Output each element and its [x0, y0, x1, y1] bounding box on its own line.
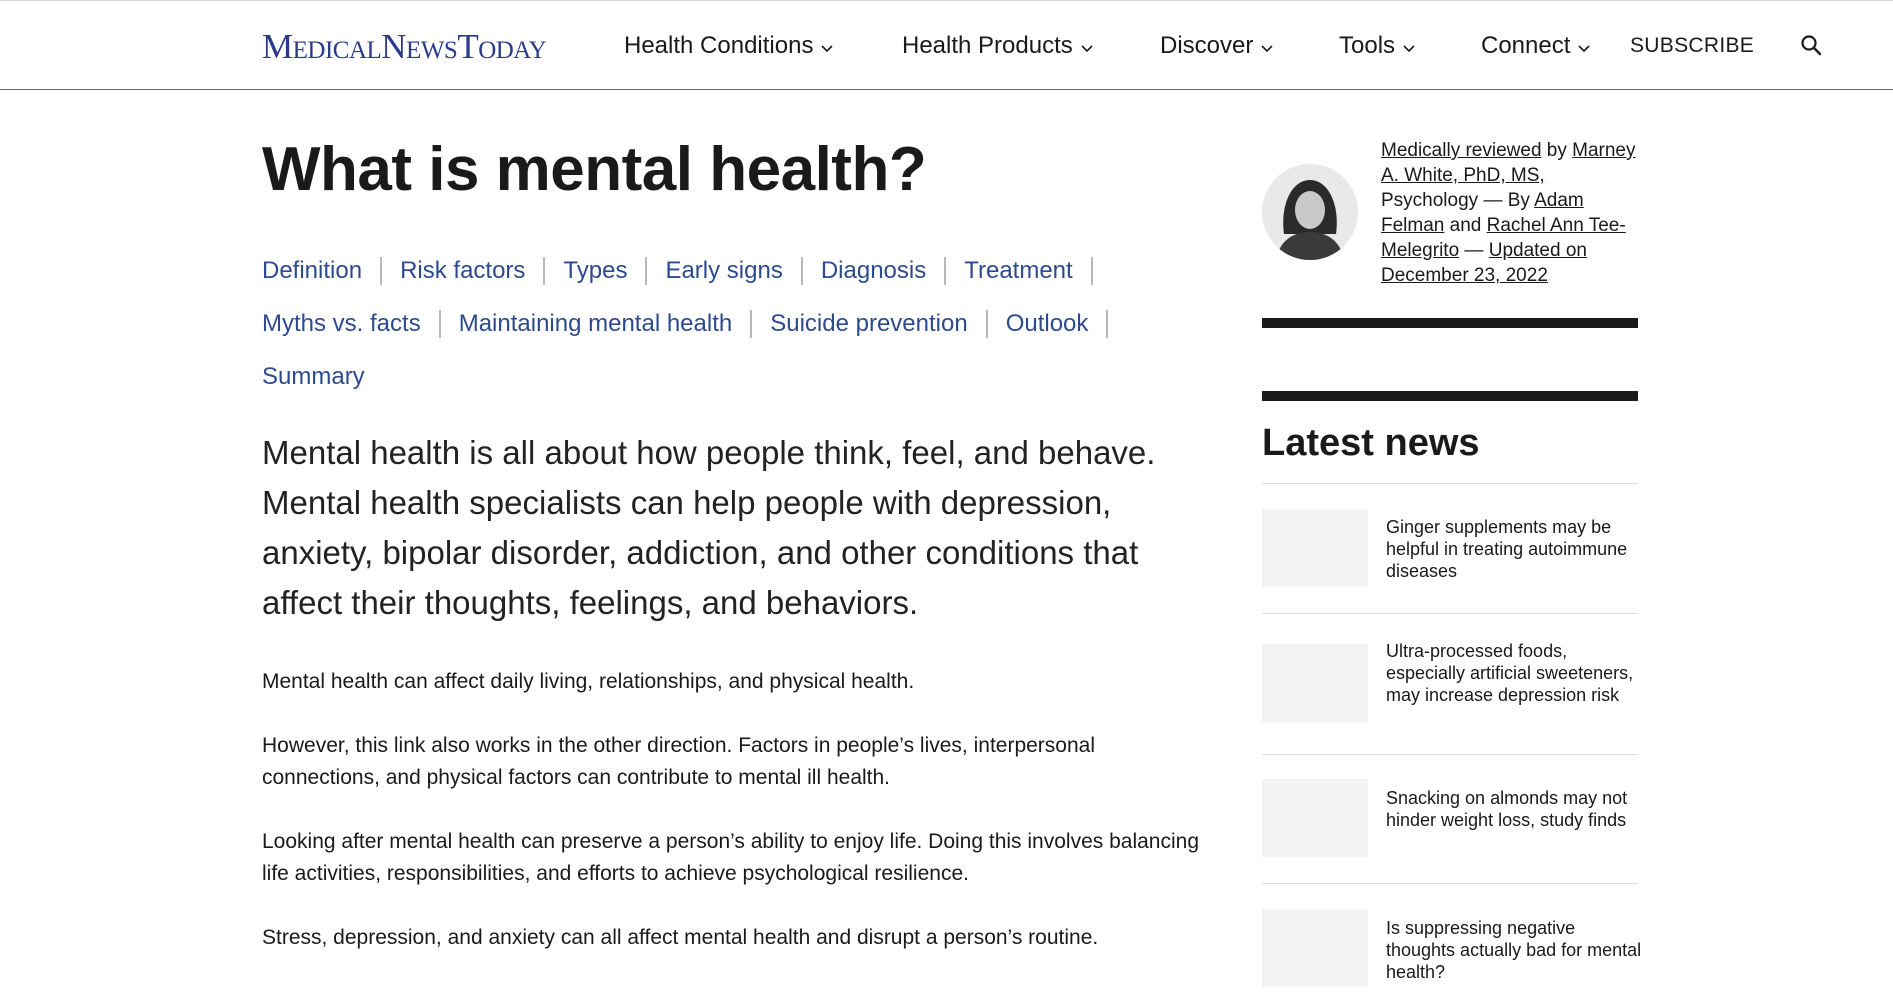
nav-label: Discover — [1160, 32, 1254, 59]
toc-separator — [800, 256, 803, 285]
search-icon[interactable] — [1800, 34, 1822, 56]
news-divider — [1262, 883, 1638, 884]
chevron-down-icon — [1081, 31, 1093, 61]
nav-label: Connect — [1481, 32, 1571, 59]
table-of-contents: Definition Risk factors Types Early sign… — [262, 244, 1222, 403]
nav-label: Health Conditions — [624, 32, 814, 59]
site-header: MedicalNewsToday Health Conditions Healt… — [0, 0, 1893, 90]
news-divider — [1262, 613, 1638, 614]
toc-separator — [438, 309, 441, 338]
article-paragraph: Mental health can affect daily living, r… — [262, 670, 915, 693]
article-title: What is mental health? — [262, 135, 927, 204]
toc-row: Definition Risk factors Types Early sign… — [262, 244, 1222, 297]
toc-separator — [944, 256, 947, 285]
toc-separator — [985, 309, 988, 338]
toc-row: Myths vs. facts Maintaining mental healt… — [262, 297, 1222, 350]
reviewer-avatar — [1262, 164, 1358, 260]
chevron-down-icon — [1261, 31, 1273, 61]
toc-link-outlook[interactable]: Outlook — [1006, 309, 1089, 339]
toc-separator — [1090, 256, 1093, 285]
news-divider — [1262, 483, 1638, 484]
news-thumbnail[interactable] — [1262, 644, 1368, 722]
toc-link-diagnosis[interactable]: Diagnosis — [821, 256, 926, 286]
toc-link-summary[interactable]: Summary — [262, 362, 365, 392]
toc-link-maintaining-mental-health[interactable]: Maintaining mental health — [459, 309, 733, 339]
nav-discover[interactable]: Discover — [1160, 31, 1273, 61]
toc-separator — [1106, 309, 1109, 338]
nav-tools[interactable]: Tools — [1339, 31, 1415, 61]
toc-separator — [750, 309, 753, 338]
article-paragraph: Looking after mental health can preserve… — [262, 830, 1199, 885]
news-thumbnail[interactable] — [1262, 509, 1368, 587]
byline-text: — — [1459, 240, 1489, 261]
nav-health-products[interactable]: Health Products — [902, 31, 1093, 61]
toc-separator — [380, 256, 383, 285]
toc-link-myths-vs-facts[interactable]: Myths vs. facts — [262, 309, 421, 339]
nav-label: Health Products — [902, 32, 1073, 59]
toc-row: Summary — [262, 350, 1222, 403]
chevron-down-icon — [821, 31, 834, 61]
toc-separator — [645, 256, 648, 285]
article-paragraph: However, this link also works in the oth… — [262, 734, 1096, 789]
chevron-down-icon — [1578, 31, 1590, 61]
latest-news-heading: Latest news — [1262, 422, 1480, 464]
article-lead: Mental health is all about how people th… — [262, 434, 1156, 621]
subscribe-link[interactable]: SUBSCRIBE — [1630, 31, 1754, 61]
news-thumbnail[interactable] — [1262, 779, 1368, 857]
toc-link-risk-factors[interactable]: Risk factors — [400, 256, 525, 286]
toc-separator — [543, 256, 546, 285]
article-paragraph: Stress, depression, and anxiety can all … — [262, 926, 1099, 949]
article-byline: Medically reviewed by Marney A. White, P… — [1381, 138, 1641, 288]
sidebar-divider-bar — [1262, 391, 1638, 401]
medically-reviewed-link[interactable]: Medically reviewed — [1381, 140, 1542, 161]
toc-link-early-signs[interactable]: Early signs — [665, 256, 782, 286]
news-thumbnail[interactable] — [1262, 909, 1368, 987]
news-divider — [1262, 754, 1638, 755]
byline-text: and — [1444, 215, 1487, 236]
byline-text: Psychology — By — [1381, 190, 1535, 211]
news-item-link[interactable]: Ultra-processed foods, especially artifi… — [1386, 640, 1642, 706]
site-logo[interactable]: MedicalNewsToday — [262, 27, 547, 67]
byline-text: by — [1541, 140, 1573, 161]
toc-link-types[interactable]: Types — [563, 256, 627, 286]
nav-connect[interactable]: Connect — [1481, 31, 1590, 61]
chevron-down-icon — [1403, 31, 1415, 61]
nav-label: Tools — [1339, 32, 1396, 59]
toc-link-treatment[interactable]: Treatment — [964, 256, 1072, 286]
sidebar-divider-bar — [1262, 318, 1638, 328]
nav-health-conditions[interactable]: Health Conditions — [624, 31, 834, 61]
news-item-link[interactable]: Is suppressing negative thoughts actuall… — [1386, 917, 1642, 983]
news-item-link[interactable]: Ginger supplements may be helpful in tre… — [1386, 516, 1642, 582]
news-item-link[interactable]: Snacking on almonds may not hinder weigh… — [1386, 787, 1642, 831]
toc-link-definition[interactable]: Definition — [262, 256, 362, 286]
toc-link-suicide-prevention[interactable]: Suicide prevention — [770, 309, 967, 339]
